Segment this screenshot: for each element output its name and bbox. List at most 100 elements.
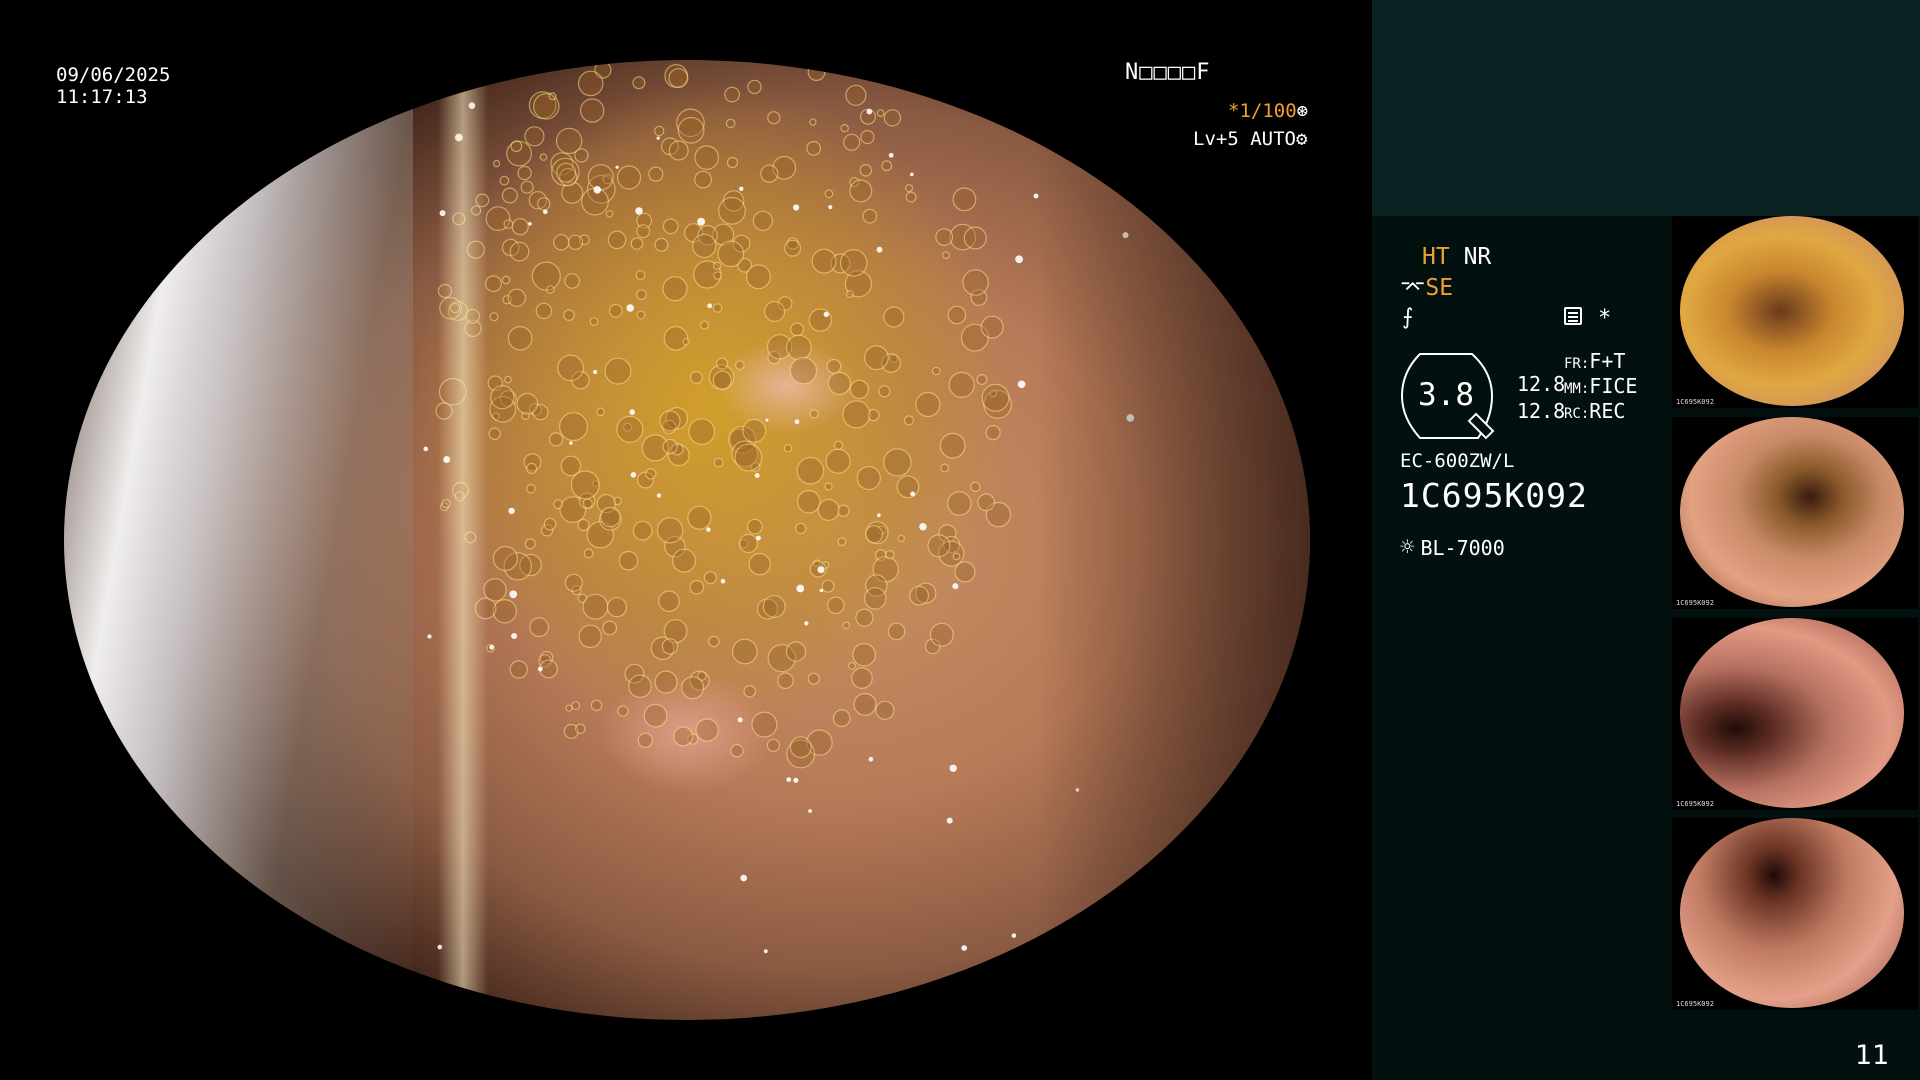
bubble: [485, 275, 502, 293]
bubble: [577, 70, 604, 97]
bubble: [767, 111, 781, 125]
thumbnail-meta: 1C695K092: [1676, 800, 1714, 808]
specular-highlight: [794, 419, 800, 425]
bubble: [862, 208, 878, 224]
bubble: [790, 322, 804, 337]
rc-label: RC:: [1564, 406, 1590, 422]
specular-highlight: [739, 186, 744, 191]
bubble: [981, 383, 1010, 412]
bubble: [954, 561, 976, 583]
enhancement-icon: ⌤: [1400, 276, 1426, 301]
bubble: [905, 184, 914, 193]
bubble: [543, 517, 557, 531]
bubble: [628, 674, 652, 698]
thumbnail-meta: 1C695K092: [1676, 1000, 1714, 1008]
thumbnail-3[interactable]: 1C695K092: [1672, 618, 1918, 810]
bubble: [980, 315, 1004, 339]
bubble: [849, 379, 870, 400]
bubble: [752, 210, 774, 231]
bubble: [734, 443, 763, 472]
bubble: [927, 534, 951, 558]
bubble: [648, 166, 664, 182]
thumbnail-1[interactable]: 1C695K092: [1672, 216, 1918, 408]
bubble: [504, 375, 512, 384]
bubble: [557, 354, 584, 382]
bubble: [677, 116, 705, 144]
specular-highlight: [489, 644, 494, 650]
bubble: [783, 444, 793, 453]
bubble: [643, 703, 668, 728]
scope-serial: 1C695K092: [1400, 476, 1588, 515]
bubble: [687, 505, 712, 530]
bubble: [689, 579, 705, 595]
bubble: [580, 98, 605, 123]
rc-value: REC: [1589, 399, 1626, 423]
bubble: [789, 736, 812, 759]
bubble: [885, 550, 895, 560]
bubble: [896, 475, 920, 499]
specular-highlight: [569, 441, 573, 445]
bubble: [682, 338, 690, 346]
bubble: [604, 357, 632, 385]
patient-code: N□□□□F: [1125, 60, 1211, 85]
zoom-value: 3.8: [1418, 377, 1474, 413]
bubble: [785, 334, 812, 361]
specular-highlight: [793, 204, 800, 211]
bubble: [881, 160, 893, 172]
bubble: [590, 699, 603, 712]
specular-highlight: [656, 136, 660, 140]
bubble: [718, 196, 746, 225]
specular-highlight: [1017, 380, 1026, 389]
thumbnail-meta: 1C695K092: [1676, 398, 1714, 406]
fr-value: F+T: [1589, 349, 1626, 373]
bubble: [948, 371, 975, 398]
bubble: [503, 219, 514, 230]
specular-highlight: [866, 108, 873, 115]
bubble: [635, 270, 646, 281]
bubble: [662, 218, 679, 235]
bubble: [748, 552, 771, 576]
bubble: [717, 240, 745, 268]
settings-icon: ⚙: [1295, 128, 1308, 150]
bubble: [789, 356, 818, 385]
thumbnail-2[interactable]: 1C695K092: [1672, 417, 1918, 609]
specular-highlight: [543, 209, 548, 215]
bubble: [742, 418, 767, 443]
bubble: [571, 701, 581, 710]
aperture-icon: ⊛: [1296, 100, 1309, 122]
list-icon: [1564, 307, 1582, 325]
thumbnail-4[interactable]: 1C695K092: [1672, 818, 1918, 1010]
page-number: 11: [1855, 1040, 1890, 1071]
bubble: [563, 309, 575, 321]
bubble: [589, 317, 599, 327]
bubble: [897, 534, 905, 542]
specular-highlight: [740, 874, 747, 882]
bubble: [842, 400, 871, 429]
bubble: [947, 305, 967, 325]
thumbnail-image: [1680, 618, 1904, 808]
bubble: [607, 230, 627, 250]
bubble: [583, 548, 594, 559]
time-text: 11:17:13: [56, 86, 148, 108]
specular-highlight: [949, 764, 957, 772]
bubble: [636, 289, 647, 301]
bubble: [887, 622, 906, 641]
light-glare: [64, 60, 413, 1020]
bubble: [939, 432, 966, 459]
bubble: [734, 360, 745, 371]
specular-highlight: [593, 186, 602, 194]
bubble: [849, 179, 873, 203]
bubble: [731, 638, 758, 665]
bubble: [535, 302, 553, 320]
fr-label: FR:: [1564, 356, 1590, 372]
specular-highlight: [888, 152, 894, 158]
sharpness-icon: ⨍: [1402, 305, 1414, 330]
specular-highlight: [961, 945, 968, 951]
bubble: [777, 672, 794, 689]
bubble: [903, 415, 915, 426]
specular-highlight: [537, 666, 543, 672]
datetime-display: 09/06/2025 11:17:13: [56, 64, 170, 108]
panel-header-area: [1372, 0, 1920, 216]
bubble: [602, 620, 618, 636]
specular-highlight: [508, 507, 515, 515]
